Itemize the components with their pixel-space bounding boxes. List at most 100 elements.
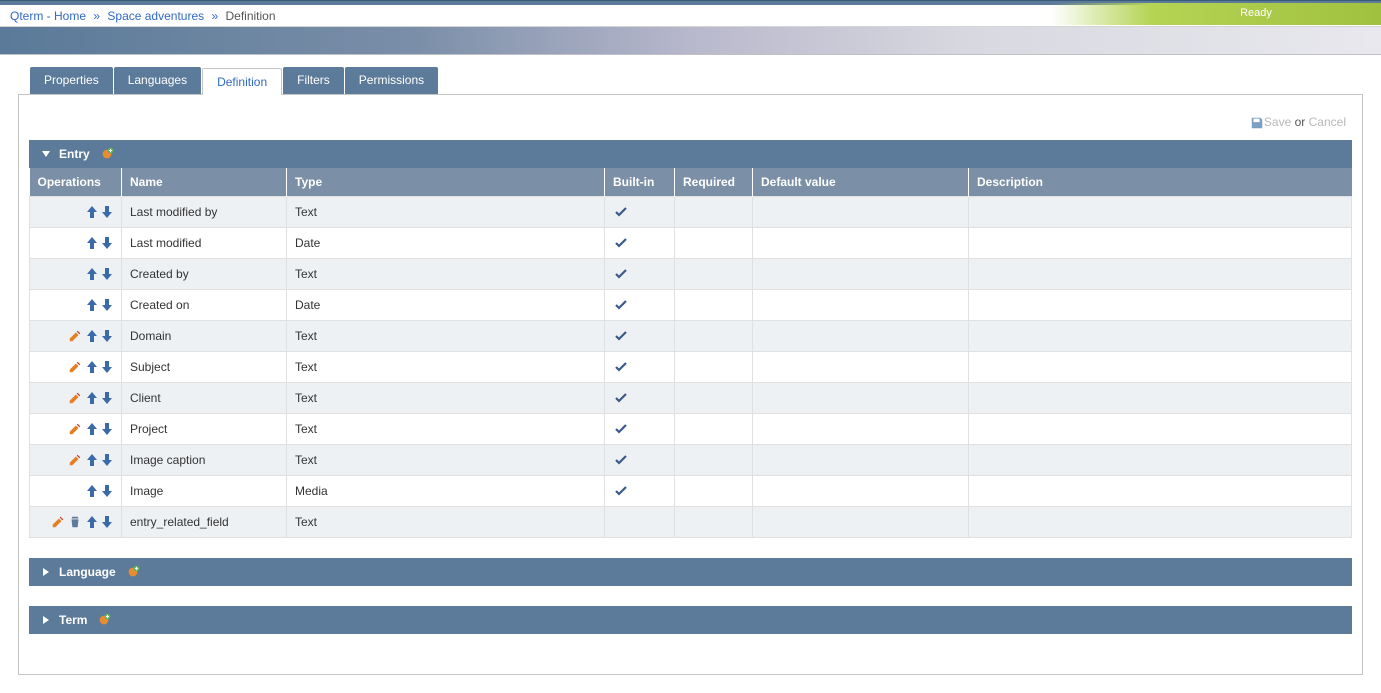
cell-type: Media — [287, 475, 605, 506]
action-or: or — [1295, 115, 1306, 129]
cell-name: Project — [122, 413, 287, 444]
move-down-icon[interactable] — [101, 205, 113, 219]
collapse-icon[interactable] — [41, 149, 51, 159]
cell-required — [675, 475, 753, 506]
move-down-icon[interactable] — [101, 236, 113, 250]
move-down-icon[interactable] — [101, 329, 113, 343]
tab-permissions[interactable]: Permissions — [345, 67, 438, 94]
cell-builtin — [605, 258, 675, 289]
move-down-icon[interactable] — [101, 267, 113, 281]
edit-icon[interactable] — [68, 329, 82, 343]
section-header-entry[interactable]: Entry — [29, 140, 1352, 168]
move-up-icon[interactable] — [86, 453, 98, 467]
section-title-term: Term — [59, 613, 87, 627]
cell-name: Client — [122, 382, 287, 413]
table-row: entry_related_fieldText — [30, 506, 1352, 537]
breadcrumb-sep: » — [89, 9, 104, 23]
cell-required — [675, 351, 753, 382]
tab-definition[interactable]: Definition — [202, 68, 282, 95]
cancel-button[interactable]: Cancel — [1309, 115, 1346, 129]
move-down-icon[interactable] — [101, 298, 113, 312]
row-operations — [30, 196, 122, 227]
edit-icon[interactable] — [68, 453, 82, 467]
row-operations — [30, 258, 122, 289]
move-up-icon[interactable] — [86, 360, 98, 374]
move-up-icon[interactable] — [86, 391, 98, 405]
table-row: Created byText — [30, 258, 1352, 289]
move-down-icon[interactable] — [101, 422, 113, 436]
cell-description — [969, 227, 1352, 258]
cell-builtin — [605, 506, 675, 537]
add-field-icon[interactable] — [126, 565, 140, 579]
col-name: Name — [122, 168, 287, 197]
check-icon — [613, 421, 666, 437]
move-up-icon[interactable] — [86, 236, 98, 250]
cell-description — [969, 289, 1352, 320]
cell-default — [753, 444, 969, 475]
cell-type: Text — [287, 320, 605, 351]
move-up-icon[interactable] — [86, 422, 98, 436]
cell-default — [753, 227, 969, 258]
move-up-icon[interactable] — [86, 267, 98, 281]
edit-icon[interactable] — [68, 422, 82, 436]
section-header-language[interactable]: Language — [29, 558, 1352, 586]
section-header-term[interactable]: Term — [29, 606, 1352, 634]
move-up-icon[interactable] — [86, 329, 98, 343]
table-row: Last modifiedDate — [30, 227, 1352, 258]
cell-description — [969, 351, 1352, 382]
expand-icon[interactable] — [41, 615, 51, 625]
cell-required — [675, 413, 753, 444]
cell-name: Last modified by — [122, 196, 287, 227]
cell-name: Image caption — [122, 444, 287, 475]
move-up-icon[interactable] — [86, 484, 98, 498]
header-gradient — [0, 27, 1381, 55]
delete-icon[interactable] — [68, 515, 82, 529]
check-icon — [613, 390, 666, 406]
table-row: ImageMedia — [30, 475, 1352, 506]
edit-icon[interactable] — [51, 515, 65, 529]
cell-required — [675, 227, 753, 258]
move-up-icon[interactable] — [86, 515, 98, 529]
cell-type: Text — [287, 382, 605, 413]
cell-builtin — [605, 196, 675, 227]
cell-default — [753, 382, 969, 413]
move-down-icon[interactable] — [101, 453, 113, 467]
row-operations — [30, 444, 122, 475]
row-operations — [30, 289, 122, 320]
cell-name: Last modified — [122, 227, 287, 258]
cell-default — [753, 413, 969, 444]
tab-properties[interactable]: Properties — [30, 67, 113, 94]
breadcrumb-home[interactable]: Qterm - Home — [10, 9, 86, 23]
row-operations — [30, 475, 122, 506]
save-button[interactable]: Save — [1264, 115, 1291, 129]
edit-icon[interactable] — [68, 360, 82, 374]
cell-name: Domain — [122, 320, 287, 351]
add-field-icon[interactable] — [100, 147, 114, 161]
cell-default — [753, 258, 969, 289]
cell-default — [753, 506, 969, 537]
move-up-icon[interactable] — [86, 298, 98, 312]
add-field-icon[interactable] — [97, 613, 111, 627]
move-down-icon[interactable] — [101, 391, 113, 405]
move-down-icon[interactable] — [101, 360, 113, 374]
breadcrumb-parent[interactable]: Space adventures — [107, 9, 204, 23]
check-icon — [613, 328, 666, 344]
expand-icon[interactable] — [41, 567, 51, 577]
cell-required — [675, 444, 753, 475]
cell-name: entry_related_field — [122, 506, 287, 537]
cell-type: Text — [287, 444, 605, 475]
table-row: Last modified byText — [30, 196, 1352, 227]
cell-default — [753, 196, 969, 227]
edit-icon[interactable] — [68, 391, 82, 405]
tab-languages[interactable]: Languages — [114, 67, 201, 94]
cell-builtin — [605, 475, 675, 506]
move-down-icon[interactable] — [101, 484, 113, 498]
cell-description — [969, 475, 1352, 506]
cell-required — [675, 196, 753, 227]
tab-filters[interactable]: Filters — [283, 67, 344, 94]
check-icon — [613, 452, 666, 468]
check-icon — [613, 266, 666, 282]
cell-name: Created on — [122, 289, 287, 320]
breadcrumb-bar: Qterm - Home » Space adventures » Defini… — [0, 5, 1381, 27]
entry-fields-table: Operations Name Type Built-in Required D… — [29, 168, 1352, 538]
